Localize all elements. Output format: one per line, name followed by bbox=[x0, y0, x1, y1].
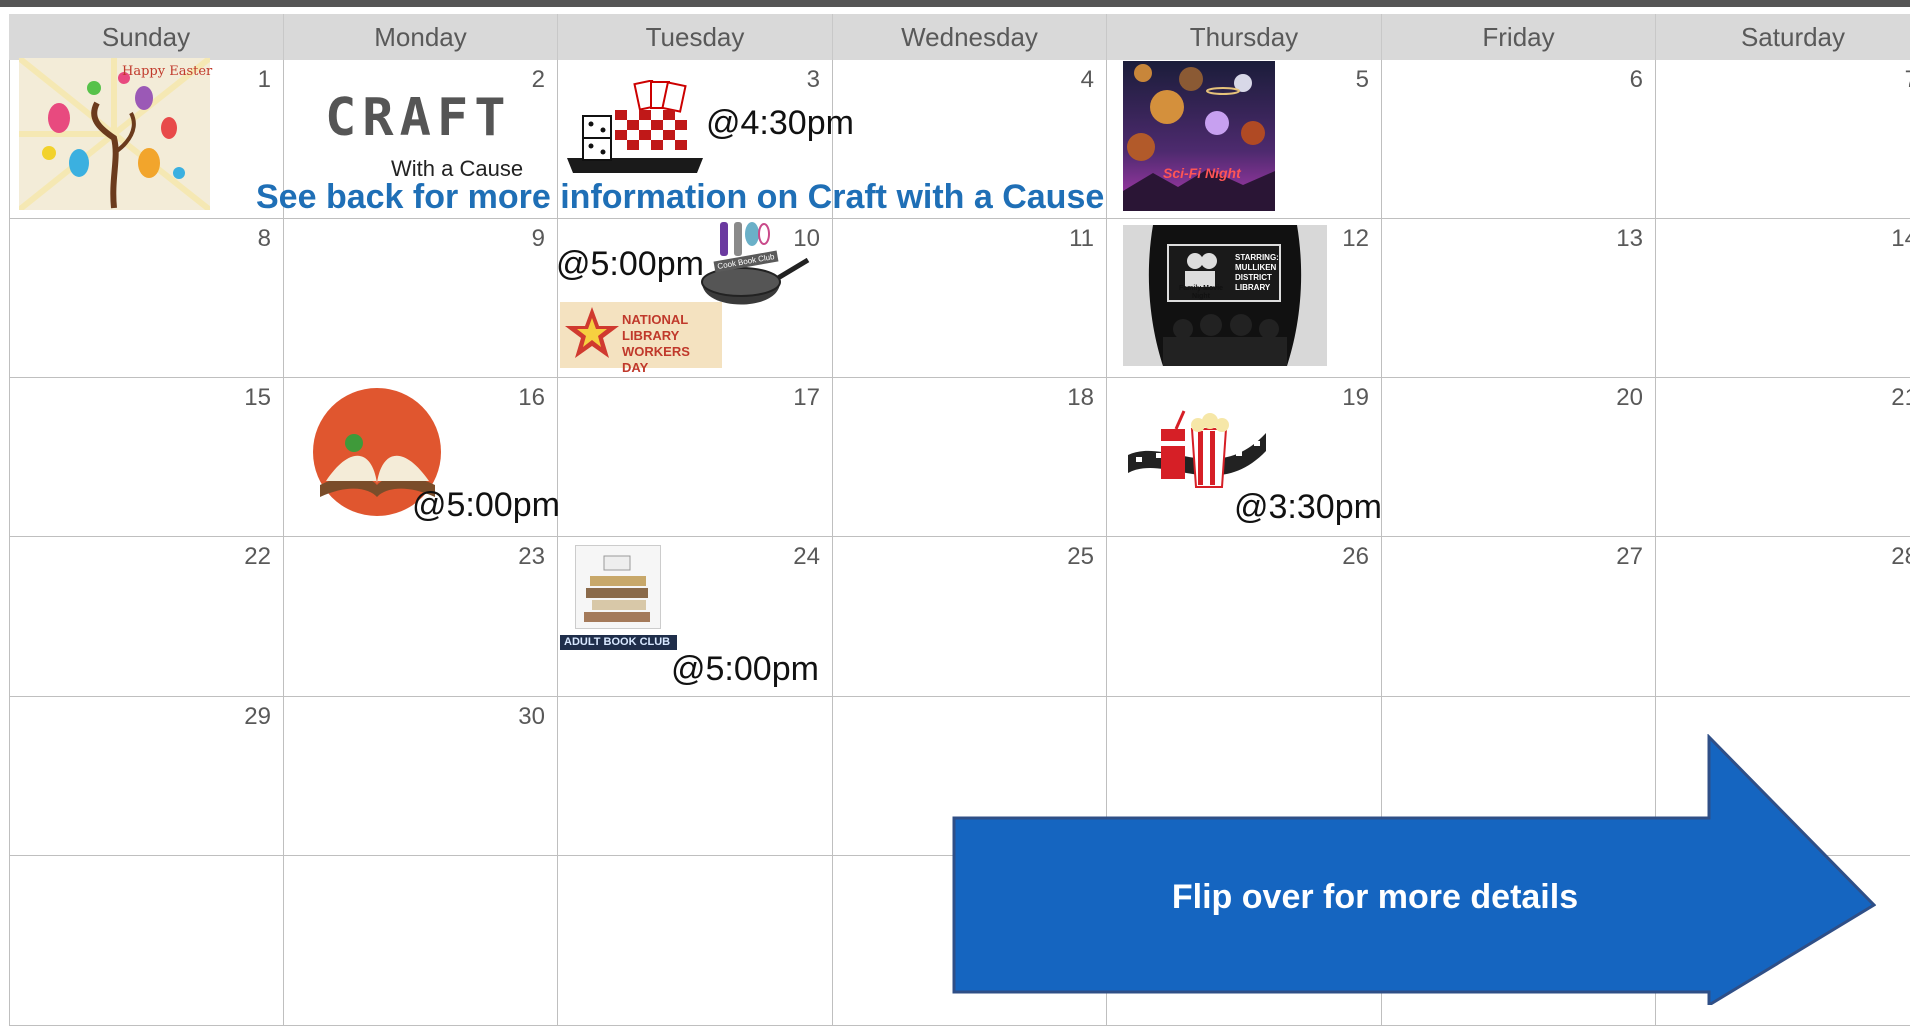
storytime-time: @5:00pm bbox=[412, 486, 560, 524]
day-cell[interactable]: 25 bbox=[833, 537, 1107, 697]
day-cell[interactable]: 27 bbox=[1382, 537, 1656, 697]
day-number: 6 bbox=[1629, 66, 1643, 93]
flip-over-arrow bbox=[952, 734, 1876, 1005]
day-cell[interactable]: 14 bbox=[1656, 219, 1910, 378]
craft-logo: CRAFT With a Cause bbox=[325, 88, 540, 186]
day-number: 23 bbox=[518, 543, 545, 570]
header-wednesday: Wednesday bbox=[833, 14, 1107, 60]
day-number: 30 bbox=[518, 703, 545, 730]
flip-over-label: Flip over for more details bbox=[1171, 878, 1579, 916]
day-cell[interactable]: 11 bbox=[833, 219, 1107, 378]
header-tuesday: Tuesday bbox=[558, 14, 833, 60]
game-night-time: @4:30pm bbox=[706, 104, 854, 142]
day-number: 29 bbox=[244, 703, 271, 730]
easter-text: Happy Easter bbox=[122, 64, 213, 79]
day-cell[interactable]: 9 bbox=[284, 219, 558, 378]
day-number: 7 bbox=[1905, 66, 1910, 94]
day-number: 11 bbox=[1069, 225, 1094, 252]
craft-title: CRAFT bbox=[325, 88, 512, 148]
day-cell[interactable]: 28 bbox=[1656, 537, 1910, 697]
day-number: 22 bbox=[244, 543, 271, 570]
day-number: 9 bbox=[531, 225, 545, 252]
day-cell[interactable]: 21 bbox=[1656, 378, 1910, 537]
day-cell[interactable]: 17 bbox=[558, 378, 833, 537]
day-cell-empty[interactable] bbox=[9, 856, 284, 1026]
day-number: 20 bbox=[1616, 384, 1643, 411]
day-cell[interactable]: 8 bbox=[9, 219, 284, 378]
day-cell[interactable]: 30 bbox=[284, 697, 558, 856]
day-number: 8 bbox=[257, 225, 271, 252]
day-number: 25 bbox=[1067, 543, 1094, 570]
day-cell[interactable]: 6 bbox=[1382, 60, 1656, 219]
header-friday: Friday bbox=[1382, 14, 1656, 60]
day-cell-empty[interactable] bbox=[558, 856, 833, 1026]
day-number: 1 bbox=[257, 66, 271, 93]
header-sunday: Sunday bbox=[9, 14, 284, 60]
day-cell[interactable]: 23 bbox=[284, 537, 558, 697]
cookbook-club-time: @5:00pm bbox=[556, 245, 704, 283]
day-number: 24 bbox=[793, 543, 820, 570]
day-number: 16 bbox=[518, 384, 545, 411]
day-number: 3 bbox=[806, 66, 820, 93]
day-number: 12 bbox=[1342, 225, 1369, 252]
day-number: 17 bbox=[793, 384, 820, 411]
day-number: 13 bbox=[1616, 225, 1643, 252]
scifi-night-image: Sci-Fi Night bbox=[1123, 61, 1275, 211]
movie-club-icon bbox=[1126, 407, 1271, 495]
day-number: 4 bbox=[1080, 66, 1094, 93]
header-saturday: Saturday bbox=[1656, 14, 1910, 60]
day-cell[interactable]: 13 bbox=[1382, 219, 1656, 378]
day-cell-empty[interactable] bbox=[284, 856, 558, 1026]
day-number: 5 bbox=[1355, 66, 1369, 93]
game-night-icon bbox=[565, 79, 705, 175]
craft-info-note: See back for more information on Craft w… bbox=[256, 178, 1105, 216]
day-number: 26 bbox=[1342, 543, 1369, 570]
header-thursday: Thursday bbox=[1107, 14, 1382, 60]
day-number: 19 bbox=[1342, 384, 1369, 411]
library-workers-day-image: NATIONAL LIBRARY WORKERS DAY bbox=[560, 302, 722, 375]
day-number: 27 bbox=[1616, 543, 1643, 570]
day-cell[interactable]: 18 bbox=[833, 378, 1107, 537]
header-monday: Monday bbox=[284, 14, 558, 60]
library-workers-day-text: NATIONAL LIBRARY WORKERS DAY bbox=[622, 312, 690, 375]
day-cell[interactable]: 22 bbox=[9, 537, 284, 697]
movie-night-image: STARRING: MULLIKEN DISTRICT LIBRARY Fami… bbox=[1123, 225, 1327, 366]
day-cell-empty[interactable] bbox=[558, 697, 833, 856]
book-club-time: @5:00pm bbox=[671, 650, 819, 688]
day-number: 18 bbox=[1067, 384, 1094, 411]
day-number: 21 bbox=[1891, 384, 1910, 411]
book-club-stack-image bbox=[575, 545, 661, 629]
easter-tree-image: Happy Easter bbox=[17, 55, 213, 213]
day-number: 15 bbox=[244, 384, 271, 411]
day-number: 28 bbox=[1891, 543, 1910, 570]
top-bar bbox=[0, 0, 1910, 7]
book-club-banner: ADULT BOOK CLUB bbox=[560, 635, 677, 650]
day-cell[interactable]: 20 bbox=[1382, 378, 1656, 537]
day-number: 14 bbox=[1891, 225, 1910, 252]
scifi-night-text: Sci-Fi Night bbox=[1163, 165, 1241, 181]
movie-night-label: Family Movie Night bbox=[1179, 285, 1223, 300]
day-cell[interactable]: 15 bbox=[9, 378, 284, 537]
movie-club-time: @3:30pm bbox=[1234, 488, 1382, 526]
movie-night-text: STARRING: MULLIKEN DISTRICT LIBRARY bbox=[1235, 253, 1279, 292]
day-cell[interactable]: 29 bbox=[9, 697, 284, 856]
day-cell[interactable]: 26 bbox=[1107, 537, 1382, 697]
day-cell[interactable]: 7 bbox=[1656, 60, 1910, 219]
book-club-label: ADULT BOOK CLUB bbox=[564, 636, 671, 648]
